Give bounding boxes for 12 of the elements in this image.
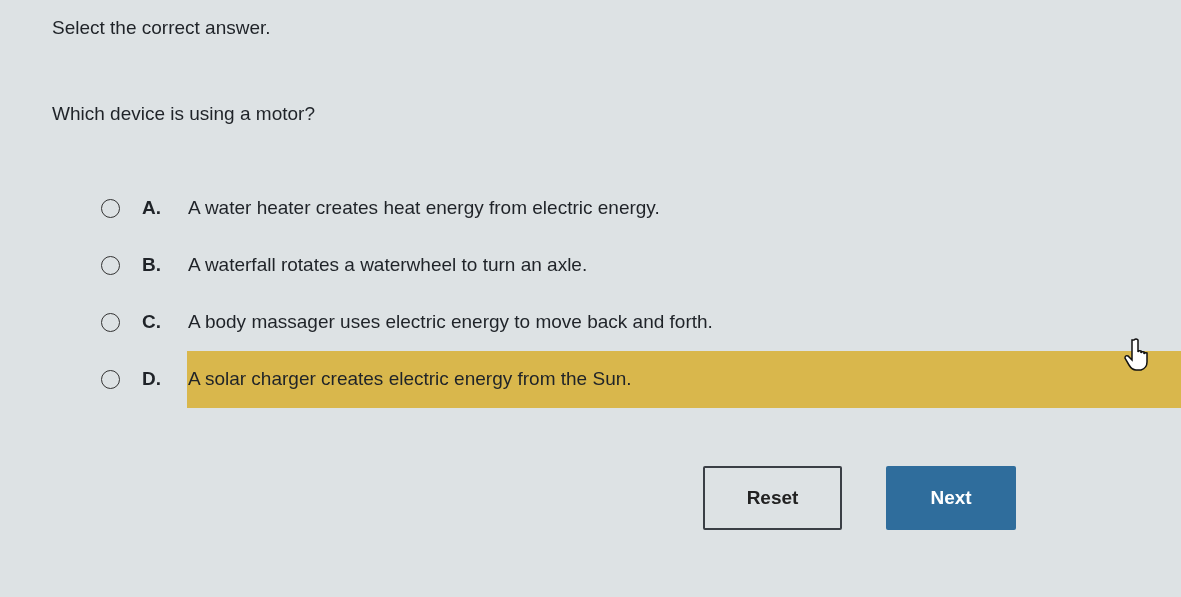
option-letter: B.: [142, 253, 162, 278]
option-row[interactable]: A water heater creates heat energy from electric energy.: [187, 180, 1181, 237]
option-letter: A.: [142, 196, 162, 221]
question-text: Which device is using a motor?: [52, 102, 315, 126]
option-row[interactable]: A body massager uses electric energy to move back and forth.: [187, 294, 1181, 351]
reset-button[interactable]: Reset: [703, 466, 842, 530]
option-letter: D.: [142, 367, 162, 392]
highlighted-option[interactable]: A solar charger creates electric energy from the Sun.: [187, 351, 1181, 408]
option-row[interactable]: A waterfall rotates a waterwheel to turn an axle.: [187, 237, 1181, 294]
option-letter: C.: [142, 310, 162, 335]
instruction-text: Select the correct answer.: [52, 16, 271, 40]
next-button[interactable]: Next: [886, 466, 1016, 530]
